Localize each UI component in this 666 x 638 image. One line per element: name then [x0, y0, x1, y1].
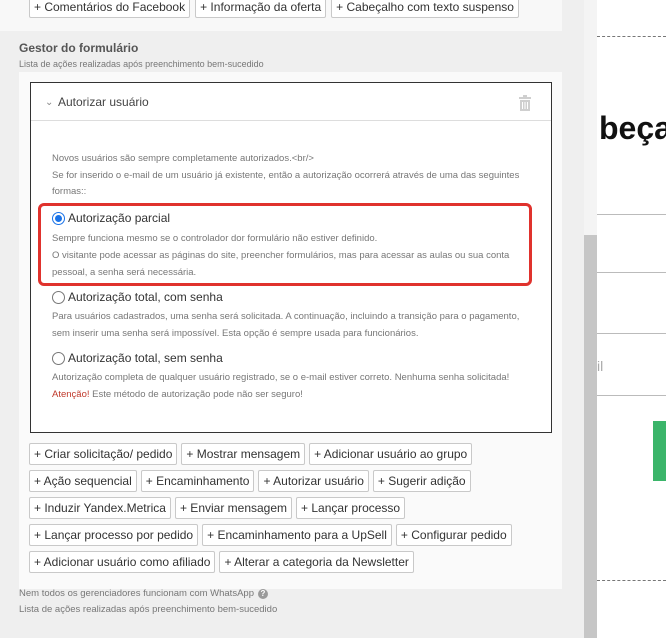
show-message-button[interactable]: + Mostrar mensagem: [181, 443, 306, 465]
create-order-button[interactable]: + Criar solicitação/ pedido: [29, 443, 178, 465]
divider: [597, 36, 666, 37]
option-full-auth-password[interactable]: Autorização total, com senha: [52, 290, 223, 304]
scrollbar-thumb[interactable]: [584, 235, 597, 638]
upsell-redirect-button[interactable]: + Encaminhamento para a UpSell: [202, 524, 392, 546]
whatsapp-note: Nem todos os gerenciadores funcionam com…: [19, 588, 268, 599]
option-desc-text: Autorização completa de qualquer usuário…: [52, 372, 510, 383]
yandex-metrica-button[interactable]: + Induzir Yandex.Metrica: [29, 497, 171, 519]
launch-process-button[interactable]: + Lançar processo: [296, 497, 406, 519]
add-dropdown-header-button[interactable]: + Cabeçalho com texto suspenso: [331, 0, 519, 18]
option-full-auth-no-password[interactable]: Autorização total, sem senha: [52, 351, 223, 365]
option-desc-text: Este método de autorização pode não ser …: [92, 389, 303, 400]
action-buttons-row: + Adicionar usuário como afiliado + Alte…: [29, 551, 414, 573]
add-affiliate-button[interactable]: + Adicionar usuário como afiliado: [29, 551, 216, 573]
add-user-to-group-button[interactable]: + Adicionar usuário ao grupo: [309, 443, 473, 465]
trash-icon[interactable]: [518, 95, 532, 111]
add-facebook-comments-button[interactable]: + Comentários do Facebook: [29, 0, 191, 18]
option-description: Para usuários cadastrados, uma senha ser…: [52, 311, 520, 339]
redirect-button[interactable]: + Encaminhamento: [140, 470, 255, 492]
whatsapp-note-text: Nem todos os gerenciadores funcionam com…: [19, 588, 254, 599]
submit-button[interactable]: [653, 421, 666, 481]
action-buttons-row: + Criar solicitação/ pedido + Mostrar me…: [29, 443, 473, 465]
section-subtitle: Lista de ações realizadas após preenchim…: [19, 59, 264, 69]
rule-intro: Novos usuários são sempre completamente …: [52, 151, 522, 201]
highlight-frame: [38, 203, 532, 286]
launch-process-by-order-button[interactable]: + Lançar processo por pedido: [29, 524, 199, 546]
footer-subtitle: Lista de ações realizadas após preenchim…: [19, 604, 278, 615]
rule-title: Autorizar usuário: [58, 95, 149, 109]
chevron-down-icon[interactable]: ⌄: [45, 97, 53, 108]
option-description: Autorização completa de qualquer usuário…: [52, 369, 522, 403]
action-buttons-row: + Lançar processo por pedido + Encaminha…: [29, 524, 512, 546]
radio-icon[interactable]: [52, 351, 65, 365]
input-border: [597, 333, 666, 334]
input-border: [597, 395, 666, 396]
change-newsletter-category-button[interactable]: + Alterar a categoria da Newsletter: [219, 551, 414, 573]
action-buttons-row: + Induzir Yandex.Metrica + Enviar mensag…: [29, 497, 406, 519]
page-preview: beça il: [597, 0, 666, 638]
input-border: [597, 272, 666, 273]
rule-header[interactable]: ⌄ Autorizar usuário: [31, 83, 551, 121]
suggest-addition-button[interactable]: + Sugerir adição: [372, 470, 471, 492]
option-label: Autorização total, com senha: [68, 290, 223, 304]
add-offer-info-button[interactable]: + Informação da oferta: [195, 0, 327, 18]
radio-icon[interactable]: [52, 290, 65, 304]
input-border: [597, 214, 666, 215]
action-buttons-row: + Ação sequencial + Encaminhamento + Aut…: [29, 470, 471, 492]
preview-heading: beça: [599, 110, 666, 146]
warning-text: Atenção!: [52, 389, 90, 400]
form-editor-panel: + Comentários do Facebook + Informação d…: [0, 0, 584, 638]
email-field-placeholder: il: [597, 358, 604, 374]
top-action-strip: + Comentários do Facebook + Informação d…: [0, 0, 562, 31]
divider: [597, 580, 666, 581]
option-label: Autorização total, sem senha: [68, 351, 223, 365]
send-message-button[interactable]: + Enviar mensagem: [174, 497, 293, 519]
help-icon[interactable]: ?: [257, 588, 268, 599]
configure-order-button[interactable]: + Configurar pedido: [395, 524, 512, 546]
intro-line-2: Se for inserido o e-mail de um usuário j…: [52, 169, 520, 198]
authorize-user-button[interactable]: + Autorizar usuário: [258, 470, 369, 492]
sequential-action-button[interactable]: + Ação sequencial: [29, 470, 137, 492]
intro-line-1: Novos usuários são sempre completamente …: [52, 153, 314, 164]
scrollbar[interactable]: [584, 0, 597, 638]
section-title: Gestor do formulário: [19, 41, 139, 55]
